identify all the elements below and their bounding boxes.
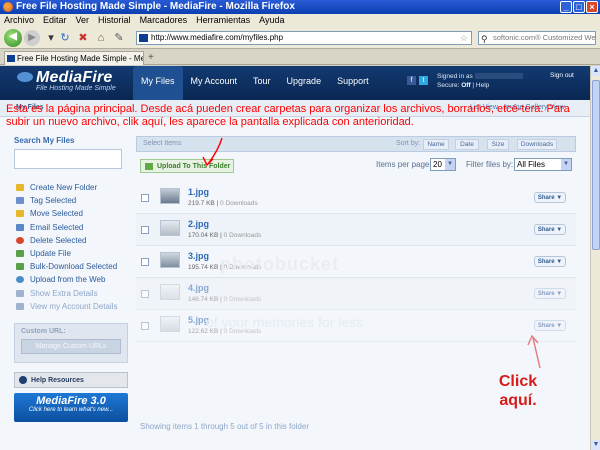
arrow-to-share-button [532,337,541,369]
menu-marcadores[interactable]: Marcadores [140,14,188,27]
home-icon[interactable]: ⌂ [94,31,108,45]
new-tab-icon[interactable]: + [148,52,154,63]
menu-ver[interactable]: Ver [76,14,90,27]
window-controls: _ □ × [560,1,598,13]
vertical-scrollbar[interactable]: ▲ ▼ [590,66,600,450]
addon-icon[interactable]: ✎ [112,31,126,45]
page-content: MediaFire File Hosting Made Simple My Fi… [0,66,590,450]
stop-icon[interactable]: ✖ [76,31,90,45]
search-bar[interactable]: ⚲ softonic.com® Customized We [478,31,596,45]
forward-button[interactable]: ▶ [24,30,40,46]
url-text: http://www.mediafire.com/myfiles.php [151,33,284,42]
search-engine-icon[interactable]: ⚲ [481,33,488,44]
maximize-button[interactable]: □ [573,1,585,13]
tab-label: Free File Hosting Made Simple - Medi... [17,54,144,63]
tab-strip: Free File Hosting Made Simple - Medi... … [0,49,600,65]
window-title: Free File Hosting Made Simple - MediaFir… [16,1,295,12]
reload-icon[interactable]: ↻ [58,31,72,45]
menu-editar[interactable]: Editar [43,14,67,27]
dropdown-arrow-icon[interactable]: ▾ [44,31,58,45]
tab-favicon [7,55,15,62]
menu-ayuda[interactable]: Ayuda [259,14,284,27]
url-bar[interactable]: http://www.mediafire.com/myfiles.php ☆ [136,31,472,45]
menu-bar: Archivo Editar Ver Historial Marcadores … [0,14,600,27]
firefox-icon [3,2,13,12]
browser-tab[interactable]: Free File Hosting Made Simple - Medi... … [4,51,144,65]
menu-archivo[interactable]: Archivo [4,14,34,27]
menu-historial[interactable]: Historial [98,14,131,27]
scroll-thumb[interactable] [592,80,600,250]
navigation-toolbar: ◀ ▶ ▾ ↻ ✖ ⌂ ✎ http://www.mediafire.com/m… [0,27,600,49]
minimize-button[interactable]: _ [560,1,572,13]
search-placeholder: softonic.com® Customized We [493,33,596,42]
arrow-to-upload-button [207,137,223,165]
annotation-arrows [202,137,541,369]
bookmark-star-icon[interactable]: ☆ [460,32,468,44]
close-button[interactable]: × [586,1,598,13]
scroll-down-icon[interactable]: ▼ [591,440,600,450]
tab-close-icon[interactable]: × [136,52,141,65]
window-title-bar: Free File Hosting Made Simple - MediaFir… [0,0,600,14]
site-favicon [139,34,148,42]
menu-herramientas[interactable]: Herramientas [196,14,250,27]
back-button[interactable]: ◀ [4,29,22,47]
scroll-up-icon[interactable]: ▲ [591,66,600,76]
